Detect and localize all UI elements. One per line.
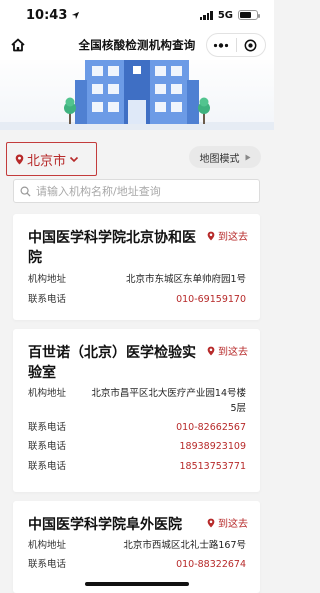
navigate-label: 到这去 <box>218 347 248 358</box>
phone-value[interactable]: 18513753771 <box>180 459 247 474</box>
network-type: 5G <box>217 9 233 21</box>
phone-row: 联系电话 010-69159170 <box>28 292 246 307</box>
map-mode-label: 地图模式 <box>199 153 240 165</box>
hospital-illustration <box>0 60 274 130</box>
phone-row: 联系电话 18938923109 <box>28 439 246 454</box>
close-button[interactable] <box>237 34 266 56</box>
institution-name: 中国医学科学院北京协和医院 <box>28 230 196 266</box>
search-icon <box>20 186 31 197</box>
play-triangle-icon <box>245 154 250 160</box>
status-time: 10:43 <box>26 8 80 23</box>
location-pin-icon <box>15 154 24 164</box>
address-row: 机构地址 北京市昌平区北大医疗产业园14号楼5层 <box>28 386 246 416</box>
phone-row: 联系电话 010-88322674 <box>28 557 246 572</box>
phone-row: 联系电话 010-82662567 <box>28 420 246 435</box>
hospital-banner <box>0 60 274 130</box>
institution-card[interactable]: 百世诺（北京）医学检验实验室 到这去 机构地址 北京市昌平区北大医疗产业园14号… <box>13 329 260 492</box>
clock: 10:43 <box>26 7 68 23</box>
address-value: 北京市昌平区北大医疗产业园14号楼5层 <box>91 388 246 414</box>
institution-name: 百世诺（北京）医学检验实验室 <box>28 345 196 381</box>
address-label: 机构地址 <box>28 274 67 285</box>
more-button[interactable] <box>207 34 236 56</box>
phone-value[interactable]: 010-88322674 <box>176 557 246 572</box>
phone-label: 联系电话 <box>28 422 67 433</box>
address-label: 机构地址 <box>28 540 67 551</box>
status-bar: 10:43 5G <box>0 0 274 30</box>
address-value: 北京市西城区北礼士路167号 <box>123 540 246 551</box>
address-row: 机构地址 北京市东城区东单帅府园1号 <box>28 272 246 287</box>
target-icon <box>244 39 257 51</box>
institution-name: 中国医学科学院阜外医院 <box>28 517 182 533</box>
status-indicators: 5G <box>199 9 260 21</box>
phone-value[interactable]: 010-82662567 <box>176 420 246 435</box>
page-title: 全国核酸检测机构查询 <box>78 38 196 52</box>
phone-label: 联系电话 <box>28 559 67 570</box>
phone-row: 联系电话 18513753771 <box>28 459 246 474</box>
location-pin-icon <box>207 518 215 527</box>
chevron-down-icon <box>69 156 79 162</box>
location-pin-icon <box>207 231 215 240</box>
phone-label: 联系电话 <box>28 294 67 305</box>
signal-icon <box>199 10 213 20</box>
location-pin-icon <box>207 346 215 355</box>
search-box[interactable] <box>13 179 260 203</box>
city-label: 北京市 <box>27 153 67 169</box>
mini-program-capsule <box>206 33 266 57</box>
institution-card[interactable]: 中国医学科学院北京协和医院 到这去 机构地址 北京市东城区东单帅府园1号 联系电… <box>13 214 260 320</box>
city-selector[interactable]: 北京市 <box>6 142 97 176</box>
phone-value[interactable]: 18938923109 <box>180 439 247 454</box>
location-arrow-icon <box>72 11 80 19</box>
nav-bar: 全国核酸检测机构查询 <box>0 30 274 60</box>
navigate-label: 到这去 <box>218 232 248 243</box>
more-dots-icon <box>214 42 229 48</box>
address-value: 北京市东城区东单帅府园1号 <box>125 274 246 285</box>
navigate-button[interactable]: 到这去 <box>207 515 248 530</box>
address-row: 机构地址 北京市西城区北礼士路167号 <box>28 538 246 553</box>
navigate-button[interactable]: 到这去 <box>207 343 248 358</box>
phone-label: 联系电话 <box>28 461 67 472</box>
home-icon[interactable] <box>10 37 26 53</box>
navigate-button[interactable]: 到这去 <box>207 228 248 243</box>
map-mode-button[interactable]: 地图模式 <box>189 146 261 168</box>
phone-label: 联系电话 <box>28 441 67 452</box>
address-label: 机构地址 <box>28 388 67 399</box>
search-input[interactable] <box>36 184 256 198</box>
navigate-label: 到这去 <box>218 519 248 530</box>
institution-card[interactable]: 中国医学科学院阜外医院 到这去 机构地址 北京市西城区北礼士路167号 联系电话… <box>13 501 260 593</box>
battery-icon <box>238 10 260 20</box>
phone-value[interactable]: 010-69159170 <box>176 292 246 307</box>
home-indicator <box>85 582 189 586</box>
